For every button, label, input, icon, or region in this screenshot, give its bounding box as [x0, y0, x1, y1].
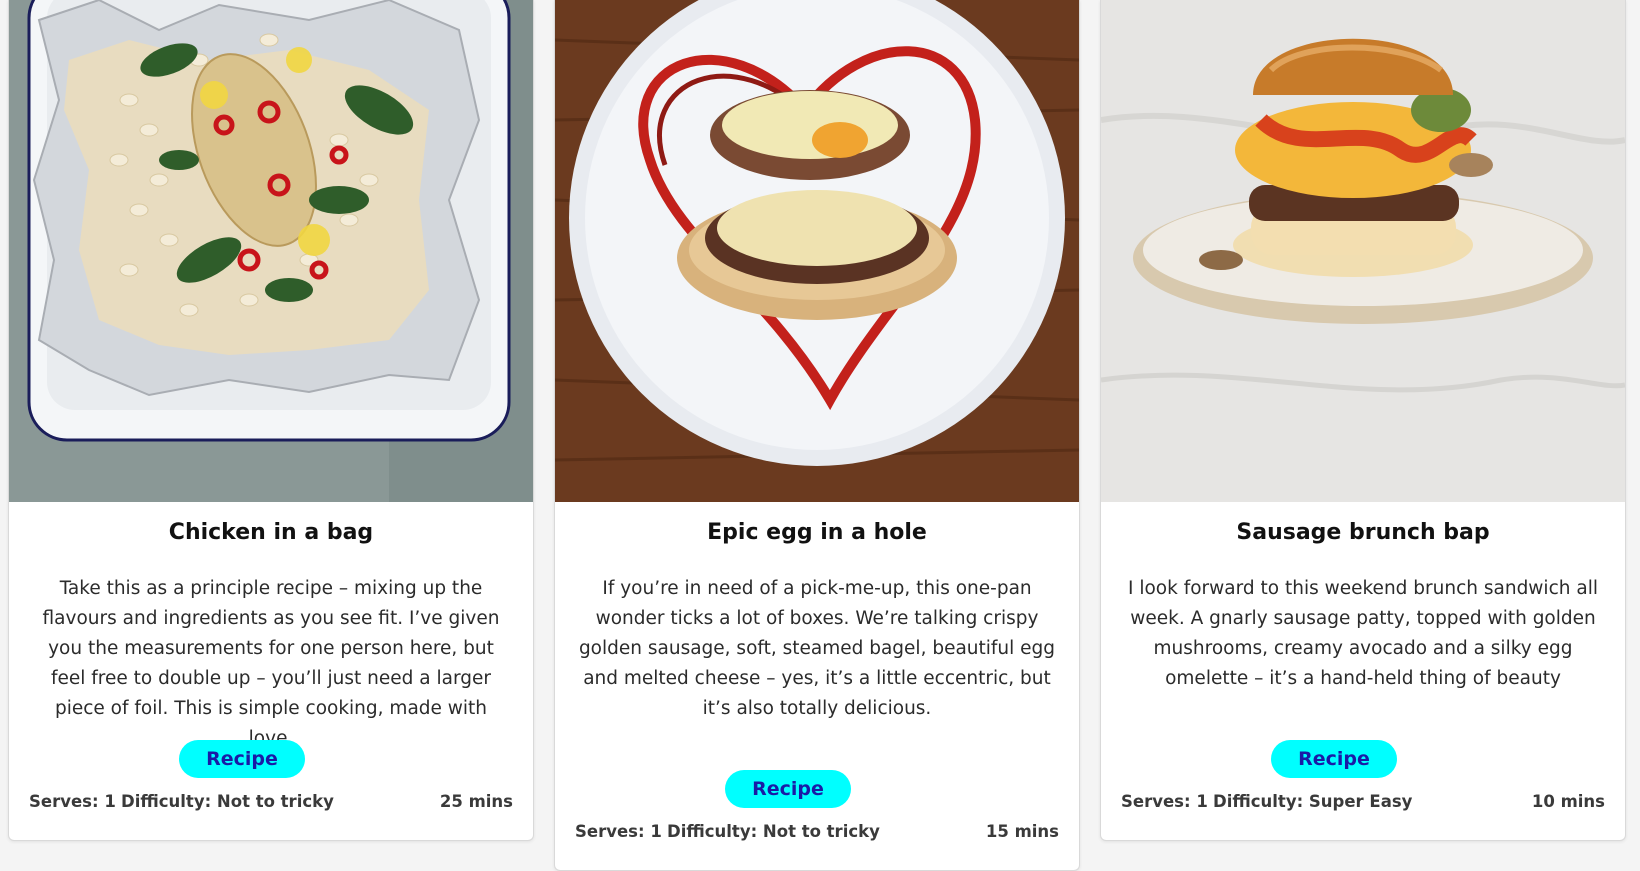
serves-label: Serves: 1: [29, 792, 116, 811]
recipe-button[interactable]: Recipe: [1271, 740, 1397, 778]
serves-label: Serves: 1: [1121, 792, 1208, 811]
recipe-description: If you’re in need of a pick-me-up, this …: [578, 578, 1056, 719]
difficulty-label: Difficulty: Super Easy: [1213, 792, 1413, 811]
time-label: 25 mins: [439, 792, 513, 811]
recipe-description: Take this as a principle recipe – mixing…: [42, 578, 500, 749]
recipe-description: I look forward to this weekend brunch sa…: [1128, 578, 1598, 689]
brunch-bap-photo[interactable]: [1101, 0, 1625, 502]
time-label: 10 mins: [1531, 792, 1605, 811]
time-label: 15 mins: [985, 822, 1059, 841]
serves-label: Serves: 1: [575, 822, 662, 841]
chicken-foil-photo[interactable]: [9, 0, 533, 502]
recipe-title: Chicken in a bag: [168, 520, 374, 545]
egg-bagel-photo[interactable]: [555, 0, 1079, 502]
recipe-card-epic-egg-in-a-hole: Epic egg in a hole If you’re in need of …: [554, 0, 1080, 871]
difficulty-label: Difficulty: Not to tricky: [121, 792, 334, 811]
difficulty-label: Difficulty: Not to tricky: [667, 822, 880, 841]
recipe-title: Epic egg in a hole: [707, 520, 927, 545]
recipe-title: Sausage brunch bap: [1236, 520, 1490, 545]
recipe-button[interactable]: Recipe: [725, 770, 851, 808]
recipe-card-sausage-brunch-bap: Sausage brunch bap I look forward to thi…: [1100, 0, 1626, 841]
recipe-card-grid: Chicken in a bag Take this as a principl…: [0, 0, 1640, 871]
recipe-button[interactable]: Recipe: [179, 740, 305, 778]
recipe-card-chicken-in-a-bag: Chicken in a bag Take this as a principl…: [8, 0, 534, 841]
